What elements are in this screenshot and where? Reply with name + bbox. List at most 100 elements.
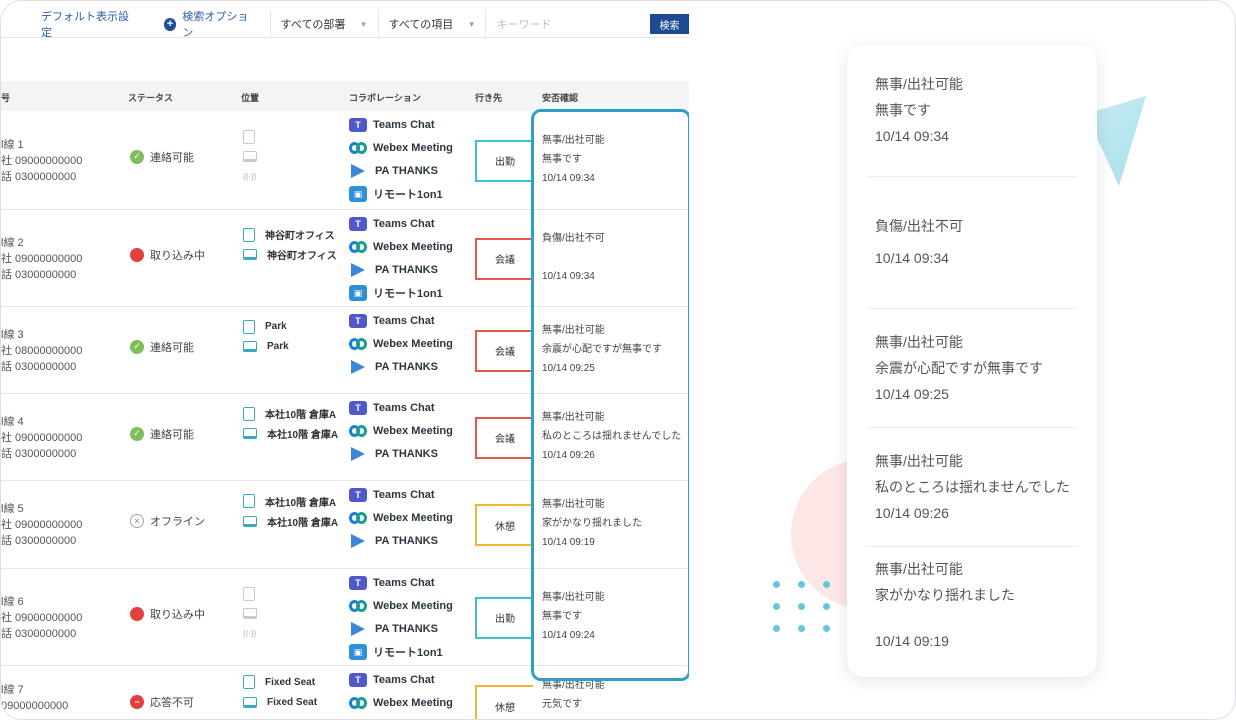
- office-phone: 話 0300000000: [1, 627, 77, 640]
- phone-device-icon: [243, 227, 255, 242]
- safety-entry-status: 負傷/出社不可: [875, 218, 963, 234]
- remote-icon: ▣: [349, 185, 367, 202]
- status-indicator: − 応答不可: [130, 694, 194, 710]
- contact-info: l線 7 09000000000: [1, 682, 68, 714]
- contact-info: l線 1 社 09000000000 話 0300000000: [1, 137, 82, 185]
- contact-info: l線 4 社 09000000000 話 0300000000: [1, 414, 82, 462]
- search-options-button[interactable]: + 検索オプション: [163, 8, 258, 40]
- pa-thanks-link[interactable]: PA THANKS: [349, 258, 453, 281]
- office-phone: 話 0300000000: [1, 360, 77, 373]
- default-view-link[interactable]: デフォルト表示設定: [41, 8, 138, 40]
- webex-icon: [349, 337, 367, 350]
- extension-line: l線 3: [1, 328, 24, 341]
- department-select[interactable]: すべての部署 ▼: [269, 11, 378, 37]
- webex-meeting-link[interactable]: Webex Meeting: [349, 506, 453, 529]
- status-icon: ✓: [130, 426, 144, 441]
- status-label: オフライン: [150, 516, 205, 528]
- safety-column-highlight: [531, 109, 689, 681]
- teams-icon: T: [349, 672, 367, 687]
- remote-1on1-link[interactable]: ▣ リモート1on1: [349, 182, 453, 205]
- teams-chat-link[interactable]: T Teams Chat: [349, 396, 453, 419]
- card-divider: [867, 546, 1077, 547]
- teams-chat-link[interactable]: T Teams Chat: [349, 113, 453, 136]
- collaboration-links: T Teams Chat Webex Meeting PA THANKS ▣ リモー…: [349, 571, 453, 663]
- status-indicator: 取り込み中: [130, 606, 205, 622]
- monitor-device-icon: [243, 515, 257, 527]
- status-label: 応答不可: [150, 697, 194, 709]
- teams-chat-link[interactable]: T Teams Chat: [349, 668, 453, 691]
- location-pc: 本社10階 倉庫A: [267, 430, 339, 441]
- send-icon: [351, 446, 365, 461]
- pa-thanks-link[interactable]: PA THANKS: [349, 355, 453, 378]
- teams-chat-link[interactable]: T Teams Chat: [349, 212, 453, 235]
- webex-meeting-link[interactable]: Webex Meeting: [349, 332, 453, 355]
- location-cell: ((·)): [243, 584, 267, 644]
- webex-icon: [349, 599, 367, 612]
- monitor-device-icon: [243, 151, 257, 162]
- remote-1on1-link[interactable]: ▣ リモート1on1: [349, 640, 453, 663]
- office-phone: 話 0300000000: [1, 170, 77, 183]
- destination-badge: 会議: [475, 237, 533, 280]
- search-button[interactable]: 検索: [649, 14, 689, 34]
- antenna-icon: ((·)): [243, 171, 257, 181]
- location-cell: 神谷町オフィス 神谷町オフィス: [243, 225, 337, 265]
- search-options-label: 検索オプション: [182, 11, 249, 39]
- remote-1on1-link[interactable]: ▣ リモート1on1: [349, 281, 453, 304]
- company-phone: 社 09000000000: [1, 431, 83, 444]
- webex-meeting-link[interactable]: Webex Meeting: [349, 235, 453, 258]
- pa-thanks-link[interactable]: PA THANKS: [349, 159, 453, 182]
- header-id: 号: [1, 93, 11, 103]
- pa-thanks-link[interactable]: PA THANKS: [349, 442, 453, 465]
- teams-chat-link[interactable]: T Teams Chat: [349, 483, 453, 506]
- location-pc: 本社10階 倉庫A: [267, 517, 339, 529]
- pa-thanks-link[interactable]: PA THANKS: [349, 529, 453, 552]
- toolbar: デフォルト表示設定 + 検索オプション すべての部署 ▼ すべての項目 ▼ キー…: [1, 9, 689, 39]
- safety-message: 元気です: [542, 699, 582, 710]
- phone-device-icon: [243, 406, 255, 421]
- safety-entry: 負傷/出社不可 10/14 09:34: [875, 213, 1079, 271]
- status-label: 連絡可能: [150, 428, 194, 441]
- item-select[interactable]: すべての項目 ▼: [377, 11, 486, 37]
- pa-thanks-link[interactable]: PA THANKS: [349, 714, 453, 719]
- teams-chat-link[interactable]: T Teams Chat: [349, 571, 453, 594]
- phone-device-icon: [243, 494, 255, 508]
- location-phone: Fixed Seat: [265, 676, 316, 688]
- status-icon: [130, 606, 144, 621]
- location-cell: 本社10階 倉庫A 本社10階 倉庫A: [243, 404, 338, 444]
- pa-thanks-link[interactable]: PA THANKS: [349, 617, 453, 640]
- webex-meeting-link[interactable]: Webex Meeting: [349, 594, 453, 617]
- contact-info: l線 2 社 09000000000 話 0300000000: [1, 235, 82, 283]
- antenna-icon: ((·)): [243, 628, 257, 638]
- teams-icon: T: [349, 117, 367, 132]
- safety-entry-status: 無事/出社可能: [875, 561, 963, 577]
- safety-entry-message: 余震が心配ですが無事です: [875, 360, 1043, 376]
- destination-badge: 休憩: [475, 504, 533, 546]
- company-phone: 社 08000000000: [1, 344, 83, 357]
- location-cell: Park Park: [243, 317, 289, 357]
- status-icon: −: [130, 695, 144, 709]
- collaboration-links: TTeams Chat Webex Meeting PA THANKS: [349, 309, 453, 378]
- webex-icon: [349, 141, 367, 154]
- webex-meeting-link[interactable]: Webex Meeting: [349, 691, 453, 714]
- webex-meeting-link[interactable]: Webex Meeting: [349, 419, 453, 442]
- safety-entry-message: 私のところは揺れませんでした: [875, 479, 1070, 495]
- webex-meeting-link[interactable]: Webex Meeting: [349, 136, 453, 159]
- app-panel: デフォルト表示設定 + 検索オプション すべての部署 ▼ すべての項目 ▼ キー…: [1, 1, 689, 719]
- status-indicator: ✓ 連絡可能: [130, 149, 194, 165]
- screenshot-frame: デフォルト表示設定 + 検索オプション すべての部署 ▼ すべての項目 ▼ キー…: [0, 0, 1236, 720]
- teams-chat-link[interactable]: T Teams Chat: [349, 309, 453, 332]
- keyword-input[interactable]: キーワード: [485, 11, 649, 37]
- contact-info: l線 6 社 09000000000 話 0300000000: [1, 594, 82, 642]
- location-cell: 本社10階 倉庫A 本社10階 倉庫A: [243, 491, 338, 531]
- webex-icon: [349, 511, 367, 524]
- location-pc: Fixed Seat: [267, 696, 318, 708]
- card-divider: [867, 176, 1077, 177]
- teams-icon: T: [349, 216, 367, 231]
- card-divider: [867, 308, 1077, 309]
- webex-icon: [349, 696, 367, 709]
- header-location: 位置: [241, 93, 260, 103]
- collaboration-links: TTeams Chat Webex Meeting PA THANKS: [349, 483, 453, 552]
- extension-line: l線 5: [1, 503, 24, 515]
- send-icon: [351, 359, 365, 374]
- safety-entry: 無事/出社可能 余震が心配ですが無事です 10/14 09:25: [875, 329, 1079, 407]
